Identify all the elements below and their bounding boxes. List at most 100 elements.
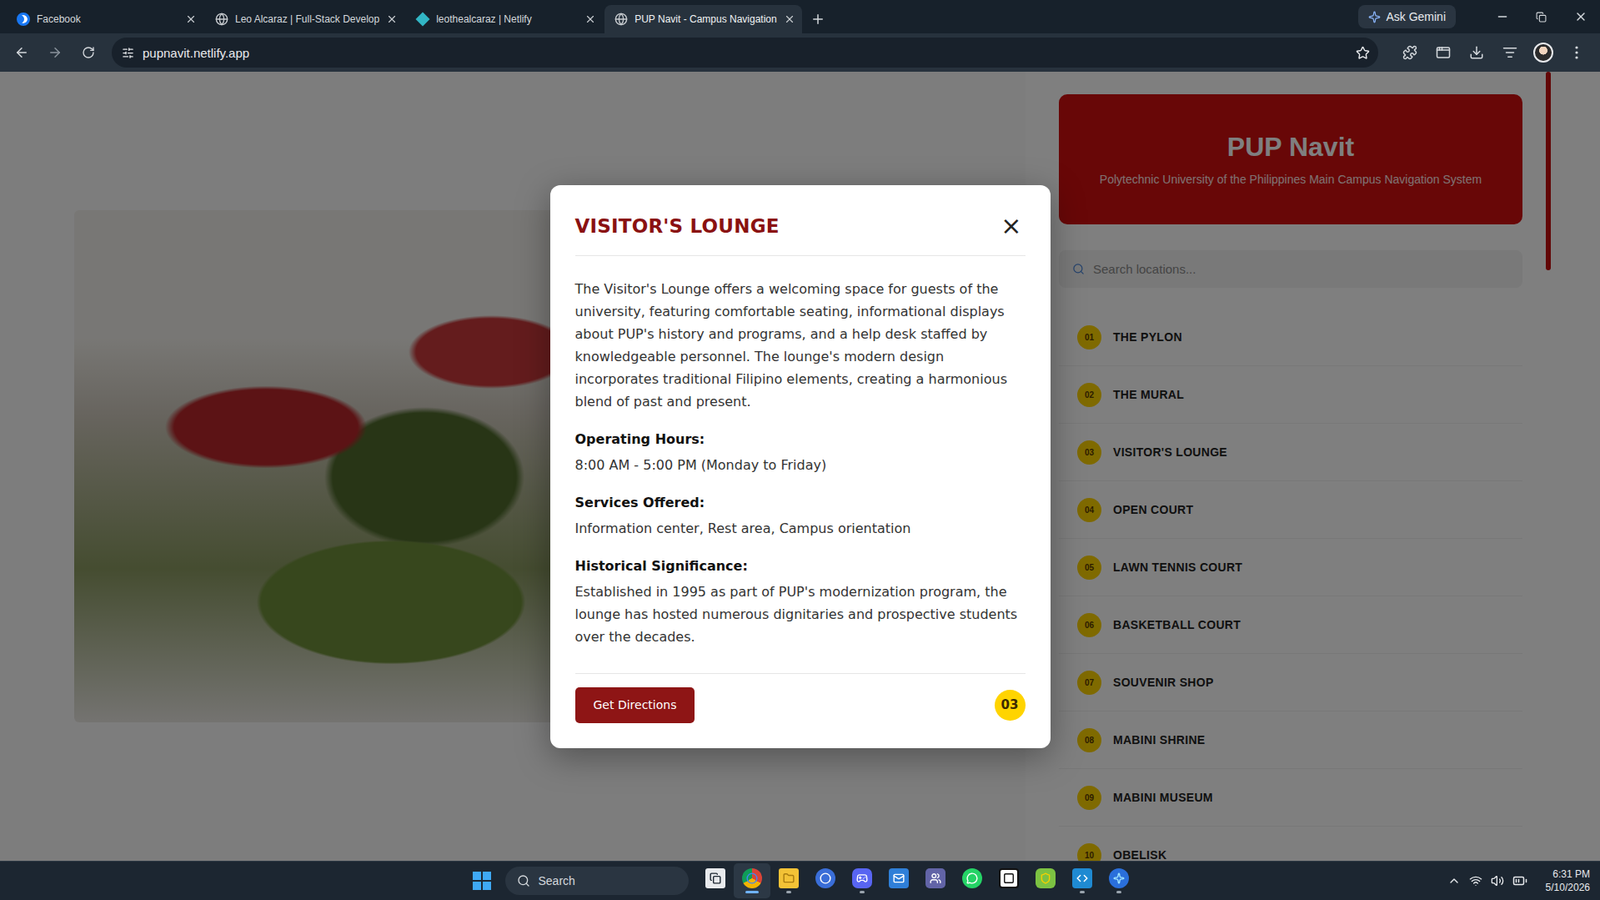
battery-icon[interactable] <box>1512 872 1528 888</box>
modal-close-button[interactable]: × <box>997 213 1025 239</box>
taskbar-search-label: Search <box>538 873 576 888</box>
taskbar-app[interactable] <box>1027 862 1064 898</box>
star-icon[interactable] <box>1355 45 1370 61</box>
taskbar-app[interactable] <box>843 862 881 898</box>
clock-date: 5/10/2026 <box>1545 880 1590 894</box>
wordpress-icon <box>815 867 836 888</box>
get-directions-button[interactable]: Get Directions <box>575 687 696 723</box>
running-indicator <box>859 890 865 893</box>
taskbar-app[interactable] <box>697 862 734 898</box>
explorer-glyph-icon <box>782 872 795 884</box>
running-indicator <box>1079 890 1085 893</box>
section-text: Information center, Rest area, Campus or… <box>575 516 1026 540</box>
taskbar-app[interactable] <box>917 862 954 898</box>
taskbar-app[interactable] <box>770 862 808 898</box>
taskbar-app[interactable] <box>990 862 1028 898</box>
modal-title: VISITOR'S LOUNGE <box>575 215 780 237</box>
gemini-icon <box>1368 10 1381 24</box>
menu-button[interactable] <box>1561 37 1592 68</box>
taskbar-app[interactable] <box>733 862 771 898</box>
running-indicator <box>712 890 718 893</box>
chevron-up-icon[interactable] <box>1447 873 1461 888</box>
clock-time: 6:31 PM <box>1552 867 1590 881</box>
running-indicator <box>822 890 828 893</box>
tab-close[interactable] <box>584 13 597 26</box>
netlify-icon <box>416 12 431 27</box>
reload-icon <box>81 45 96 60</box>
url-text: pupnavit.netlify.app <box>142 45 1348 61</box>
address-bar[interactable]: pupnavit.netlify.app <box>111 37 1379 68</box>
taskbar-app[interactable] <box>880 862 918 898</box>
running-indicator <box>1116 890 1122 893</box>
back-button[interactable] <box>6 37 37 68</box>
taskbar: Search 6:31 PM5/10/2026 <box>0 860 1600 900</box>
vscode-icon <box>1072 867 1093 888</box>
arrow-right-icon <box>47 45 63 61</box>
browser-tab[interactable]: PUP Navit - Campus Navigation <box>604 5 803 34</box>
taskbar-app[interactable] <box>1100 862 1138 898</box>
arrow-left-icon <box>14 45 30 61</box>
running-indicator <box>745 890 759 893</box>
browser-tab[interactable]: Facebook <box>6 5 204 34</box>
browser-toolbar: pupnavit.netlify.app <box>0 33 1600 72</box>
section-heading: Operating Hours: <box>575 431 1026 447</box>
taskbar-app[interactable] <box>953 862 991 898</box>
notion-icon <box>998 867 1019 888</box>
section-heading: Services Offered: <box>575 494 1026 511</box>
start-button[interactable] <box>463 862 501 898</box>
close-window-button[interactable] <box>1560 0 1600 34</box>
explorer-icon <box>778 867 799 888</box>
plus-icon <box>810 11 826 27</box>
vpn-glyph-icon <box>1039 872 1052 884</box>
web-page: PUP NavitPolytechnic University of the P… <box>0 71 1600 861</box>
running-indicator <box>1043 890 1049 893</box>
browser-tab[interactable]: Leo Alcaraz | Full-Stack Develop <box>205 5 405 34</box>
forward-button[interactable] <box>40 37 71 68</box>
browser-tab[interactable]: leothealcaraz | Netlify <box>406 5 603 34</box>
modal-backdrop[interactable]: VISITOR'S LOUNGE × The Visitor's Lounge of… <box>0 71 1600 861</box>
downloads-button[interactable] <box>1461 37 1492 68</box>
wifi-icon[interactable] <box>1469 873 1483 888</box>
chrome-icon <box>742 867 763 888</box>
restore-button[interactable] <box>1521 0 1561 34</box>
media-button[interactable] <box>1494 37 1525 68</box>
search-icon <box>516 873 531 888</box>
modal-body: The Visitor's Lounge offers a welcoming … <box>575 255 1026 673</box>
section-text: Established in 1995 as part of PUP's mod… <box>575 580 1026 648</box>
taskbar-app[interactable] <box>1063 862 1101 898</box>
reload-button[interactable] <box>73 37 104 68</box>
taskbar-search[interactable]: Search <box>505 866 689 895</box>
wordpress-glyph-icon <box>819 872 832 884</box>
new-tab-button[interactable] <box>803 5 833 34</box>
tab-close[interactable] <box>185 13 197 26</box>
tab-strip: Facebook Leo Alcaraz | Full-Stack Develop… <box>0 0 1600 34</box>
chrome-glyph-icon <box>746 872 758 884</box>
modal-description: The Visitor's Lounge offers a welcoming … <box>575 277 1026 413</box>
copilot-icon <box>1108 867 1129 888</box>
extensions-button[interactable] <box>1394 37 1425 68</box>
more-vertical-icon <box>1574 45 1579 60</box>
tab-search-button[interactable] <box>1428 37 1459 68</box>
globe-icon <box>614 12 628 26</box>
profile-avatar[interactable] <box>1533 42 1554 63</box>
gemini-button[interactable]: Ask Gemini <box>1358 5 1456 29</box>
tab-close[interactable] <box>386 13 398 26</box>
copilot-glyph-icon <box>1113 872 1125 884</box>
volume-icon[interactable] <box>1490 873 1505 888</box>
tab-label: Facebook <box>36 13 179 26</box>
media-list-icon <box>1502 45 1518 61</box>
site-info-icon <box>121 46 135 60</box>
whatsapp-icon <box>962 867 983 888</box>
discord-icon <box>852 867 873 888</box>
section-text: 8:00 AM - 5:00 PM (Monday to Friday) <box>575 453 1026 477</box>
running-indicator <box>786 890 792 893</box>
clock[interactable]: 6:31 PM5/10/2026 <box>1545 867 1590 894</box>
tab-label: PUP Navit - Campus Navigation <box>634 13 778 26</box>
minimize-button[interactable] <box>1482 0 1522 34</box>
windows-icon <box>472 871 492 890</box>
facebook-icon <box>16 12 31 26</box>
close-icon <box>584 13 597 26</box>
system-tray: 6:31 PM5/10/2026 <box>1447 867 1600 894</box>
taskbar-app[interactable] <box>807 862 844 898</box>
tab-close[interactable] <box>783 13 796 26</box>
